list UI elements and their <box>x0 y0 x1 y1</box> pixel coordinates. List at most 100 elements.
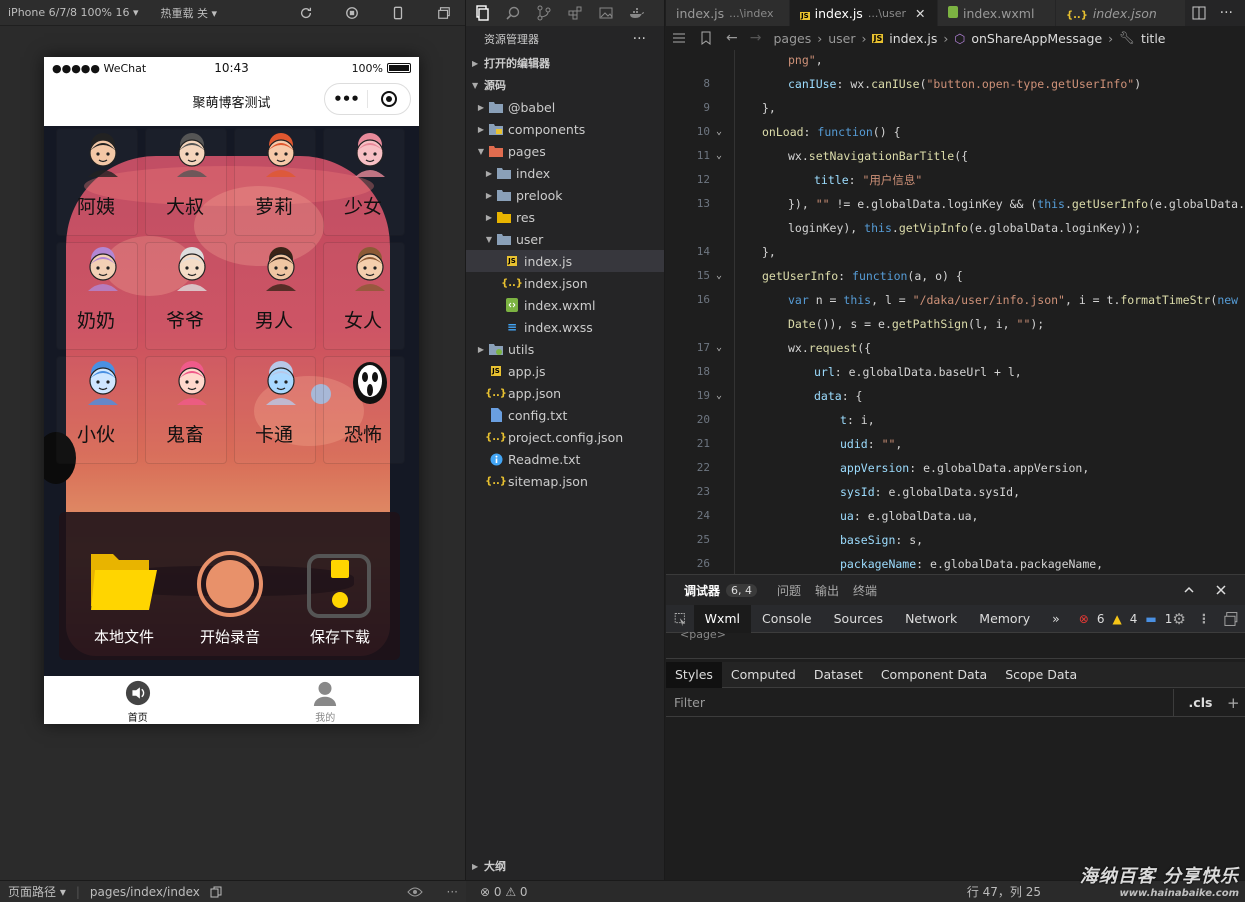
voice-option-3[interactable]: 萝莉 <box>230 126 318 238</box>
tree-item-project-config-json[interactable]: {..} project.config.json <box>466 426 664 448</box>
eye-icon[interactable] <box>406 886 423 898</box>
breadcrumb-item[interactable]: index.js <box>889 31 937 46</box>
tree-item-sitemap-json[interactable]: {..} sitemap.json <box>466 470 664 492</box>
devtools-more-icon[interactable]: ⋮ <box>1198 611 1211 626</box>
tree-item-index[interactable]: ▶ index <box>466 162 664 184</box>
device-selector[interactable]: iPhone 6/7/8 100% 16 ▾ <box>8 6 139 19</box>
close-icon[interactable] <box>1215 584 1227 596</box>
source-section[interactable]: ▼ 源码 <box>466 74 664 96</box>
tree-item-components[interactable]: ▶ components <box>466 118 664 140</box>
bookmark-icon[interactable] <box>700 31 712 45</box>
voice-option-2[interactable]: 大叔 <box>141 126 229 238</box>
back-arrow-icon[interactable]: ← <box>726 30 738 46</box>
search-icon[interactable] <box>505 5 521 21</box>
subtab-dataset[interactable]: Dataset <box>805 662 872 688</box>
editor-tab-index-js-index[interactable]: index.js ...\index <box>666 0 790 26</box>
voice-option-1[interactable]: 阿姨 <box>52 126 140 238</box>
voice-option-12[interactable]: 恐怖 <box>319 354 407 466</box>
close-icon[interactable]: ✕ <box>915 6 925 21</box>
chevron-up-icon[interactable] <box>1183 584 1195 596</box>
tab-debugger[interactable]: 调试器 <box>684 582 720 599</box>
save-download-button[interactable]: 保存下载 <box>285 518 395 648</box>
outline-section[interactable]: ▶ 大纲 <box>466 855 665 877</box>
editor-tab-index-js-user[interactable]: JS index.js ...\user ✕ <box>790 0 938 26</box>
warning-count[interactable]: 4 <box>1130 612 1138 626</box>
devtools-tab-sources[interactable]: Sources <box>823 605 894 633</box>
editor-tab-index-wxml[interactable]: index.wxml <box>938 0 1056 26</box>
tree-item-config-txt[interactable]: config.txt <box>466 404 664 426</box>
voice-option-9[interactable]: 小伙 <box>52 354 140 466</box>
add-style-rule-button[interactable]: + <box>1227 694 1245 712</box>
source-control-icon[interactable] <box>536 5 552 21</box>
tree-item-app-js[interactable]: JS app.js <box>466 360 664 382</box>
breadcrumb-item[interactable]: pages <box>773 31 811 46</box>
editor-more-icon[interactable]: ··· <box>1220 5 1233 21</box>
cursor-position[interactable]: 行 47，列 25 <box>967 883 1041 900</box>
fold-chevron-icon[interactable]: ⌄ <box>716 120 722 144</box>
local-file-button[interactable]: 本地文件 <box>69 518 179 648</box>
copy-icon[interactable] <box>210 886 222 898</box>
tree-item-res[interactable]: ▶ res <box>466 206 664 228</box>
voice-option-6[interactable]: 爷爷 <box>141 240 229 352</box>
tab-problems[interactable]: 问题 <box>777 582 801 599</box>
voice-option-8[interactable]: 女人 <box>319 240 407 352</box>
devtools-more-tabs[interactable]: » <box>1041 605 1071 633</box>
subtab-styles[interactable]: Styles <box>666 661 722 688</box>
code-area[interactable]: png", 8 canIUse: wx.canIUse("button.open-t… <box>666 50 1245 574</box>
stop-record-icon[interactable] <box>343 4 361 22</box>
tree-item-app-json[interactable]: {..} app.json <box>466 382 664 404</box>
tab-terminal[interactable]: 终端 <box>853 582 877 599</box>
forward-arrow-icon[interactable]: → <box>750 30 762 46</box>
more-menu-button[interactable]: ••• <box>325 90 367 108</box>
subtab-scope-data[interactable]: Scope Data <box>996 662 1086 688</box>
tab-mine[interactable]: 我的 <box>232 676 420 724</box>
more-options-icon[interactable]: ··· <box>447 885 458 899</box>
breadcrumb-item[interactable]: title <box>1141 31 1165 46</box>
breadcrumb-item[interactable]: onShareAppMessage <box>971 31 1102 46</box>
cls-toggle-button[interactable]: .cls <box>1173 688 1227 717</box>
hot-reload-toggle[interactable]: 热重载 关 ▾ <box>161 5 218 21</box>
tree-item--babel[interactable]: ▶ @babel <box>466 96 664 118</box>
split-editor-icon[interactable] <box>1192 6 1206 20</box>
fold-chevron-icon[interactable]: ⌄ <box>716 336 722 360</box>
detach-window-icon[interactable] <box>435 4 453 22</box>
open-editors-section[interactable]: ▶ 打开的编辑器 <box>466 52 664 74</box>
problems-summary[interactable]: ⊗ 0 ⚠ 0 <box>480 885 528 899</box>
tree-item-index-js[interactable]: JS index.js <box>466 250 664 272</box>
image-icon[interactable] <box>598 5 614 21</box>
tab-output[interactable]: 输出 <box>815 582 839 599</box>
tree-item-readme-txt[interactable]: Readme.txt <box>466 448 664 470</box>
page-path-dropdown[interactable]: 页面路径 ▾ <box>8 883 66 900</box>
subtab-component-data[interactable]: Component Data <box>872 662 996 688</box>
voice-option-11[interactable]: 卡通 <box>230 354 318 466</box>
explorer-more-icon[interactable]: ··· <box>633 31 646 47</box>
wxml-node-page[interactable]: <page> <box>680 628 726 641</box>
tree-item-index-wxss[interactable]: ≡ index.wxss <box>466 316 664 338</box>
error-count[interactable]: 6 <box>1097 612 1105 626</box>
tree-item-prelook[interactable]: ▶ prelook <box>466 184 664 206</box>
voice-option-5[interactable]: 奶奶 <box>52 240 140 352</box>
editor-tab-index-json[interactable]: {..} index.json <box>1056 0 1186 26</box>
tree-item-index-json[interactable]: {..} index.json <box>466 272 664 294</box>
files-icon[interactable] <box>474 5 490 21</box>
list-icon[interactable] <box>672 32 686 44</box>
devtools-tab-network[interactable]: Network <box>894 605 968 633</box>
extensions-icon[interactable] <box>567 5 583 21</box>
devtools-tab-console[interactable]: Console <box>751 605 823 633</box>
close-program-button[interactable] <box>367 90 410 108</box>
start-record-button[interactable]: 开始录音 <box>175 518 285 648</box>
voice-option-10[interactable]: 鬼畜 <box>141 354 229 466</box>
tree-item-utils[interactable]: ▶ utils <box>466 338 664 360</box>
dock-side-icon[interactable] <box>1224 611 1239 627</box>
devtools-settings-gear-icon[interactable]: ⚙ <box>1172 610 1185 628</box>
subtab-computed[interactable]: Computed <box>722 662 805 688</box>
phone-rotate-icon[interactable] <box>389 4 407 22</box>
inspect-element-icon[interactable] <box>666 611 694 627</box>
devtools-tab-memory[interactable]: Memory <box>968 605 1041 633</box>
tree-item-pages[interactable]: ▼ pages <box>466 140 664 162</box>
fold-chevron-icon[interactable]: ⌄ <box>716 144 722 168</box>
info-count[interactable]: 1 <box>1165 612 1173 626</box>
breadcrumb-item[interactable]: user <box>828 31 855 46</box>
fold-chevron-icon[interactable]: ⌄ <box>716 384 722 408</box>
docker-icon[interactable] <box>629 5 645 21</box>
